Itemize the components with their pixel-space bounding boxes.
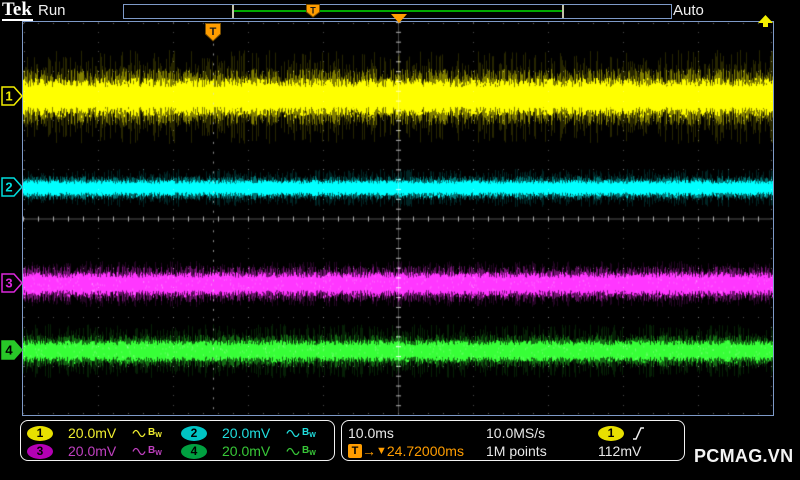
bandwidth-limit-icon: BW — [302, 445, 316, 457]
record-length: 1M points — [486, 443, 547, 459]
sample-rate: 10.0MS/s — [486, 425, 546, 441]
trigger-position-marker: T — [205, 23, 221, 47]
channel-4-coupling-icons: BW — [286, 445, 316, 457]
trigger-mode-label: Auto — [673, 2, 704, 19]
record-view-line — [234, 10, 563, 12]
ac-coupling-icon — [286, 429, 300, 437]
svg-text:4: 4 — [5, 343, 13, 358]
bandwidth-limit-icon: BW — [148, 427, 162, 439]
channel-2-position-marker: 2 — [1, 177, 24, 197]
acquisition-status: Run — [38, 2, 66, 19]
record-window-bracket-right — [562, 5, 564, 18]
trigger-delay-value: 24.72000ms — [386, 443, 464, 459]
channel-1-coupling-icons: BW — [132, 427, 162, 439]
svg-text:2: 2 — [5, 180, 12, 195]
svg-text:T: T — [210, 26, 217, 38]
ac-coupling-icon — [286, 447, 300, 455]
graticule — [22, 21, 774, 416]
channel-3-readout: 3 20.0mV BW — [27, 442, 177, 460]
channel-2-coupling-icons: BW — [286, 427, 316, 439]
channel-4-readout: 4 20.0mV BW — [181, 442, 331, 460]
oscilloscope-screen: Tek Run Auto T T 1 2 3 4 1 20.0mV BW 2 20.0m… — [0, 0, 800, 480]
horizontal-scale: 10.0ms — [348, 425, 394, 441]
channel-1-scale: 20.0mV — [68, 425, 117, 441]
delay-pointer-icon: ▼ — [376, 445, 387, 457]
channel-3-position-marker: 3 — [1, 273, 24, 293]
channel-4-scale: 20.0mV — [222, 443, 271, 459]
channel-settings-box: 1 20.0mV BW 2 20.0mV BW 3 20.0mV BW 4 20.0mV BW — [20, 420, 335, 461]
trigger-slope-rising-icon — [633, 426, 644, 440]
channel-2-readout: 2 20.0mV BW — [181, 424, 331, 442]
ac-coupling-icon — [132, 447, 146, 455]
channel-3-coupling-icons: BW — [132, 445, 162, 457]
delay-arrow-icon: → — [362, 443, 376, 459]
channel-1-readout: 1 20.0mV BW — [27, 424, 177, 442]
channel-3-scale: 20.0mV — [68, 443, 117, 459]
channel-4-badge: 4 — [181, 443, 207, 459]
expansion-point-marker — [391, 14, 407, 23]
svg-text:1: 1 — [5, 89, 12, 104]
channel-3-badge: 3 — [27, 443, 53, 459]
watermark: PCMAG.VN — [694, 446, 794, 466]
trigger-level-offscale-arrow-icon — [757, 15, 774, 33]
waveform-display — [23, 22, 773, 415]
bandwidth-limit-icon: BW — [148, 445, 162, 457]
channel-2-badge: 2 — [181, 425, 207, 441]
tek-logo: Tek — [2, 0, 33, 21]
horizontal-trigger-box: 10.0ms 10.0MS/s 1 T → ▼ 24.72000ms 1M po… — [341, 420, 685, 461]
channel-1-position-marker: 1 — [1, 86, 24, 106]
bandwidth-limit-icon: BW — [302, 427, 316, 439]
trigger-source-badge: 1 — [598, 425, 624, 441]
svg-text:3: 3 — [5, 276, 12, 291]
channel-4-position-marker: 4 — [1, 340, 24, 360]
trigger-delay-icon: T — [348, 444, 362, 458]
channel-2-scale: 20.0mV — [222, 425, 271, 441]
channel-1-badge: 1 — [27, 425, 53, 441]
trigger-level-value: 112mV — [598, 443, 642, 459]
ac-coupling-icon — [132, 429, 146, 437]
svg-text:T: T — [310, 6, 316, 16]
